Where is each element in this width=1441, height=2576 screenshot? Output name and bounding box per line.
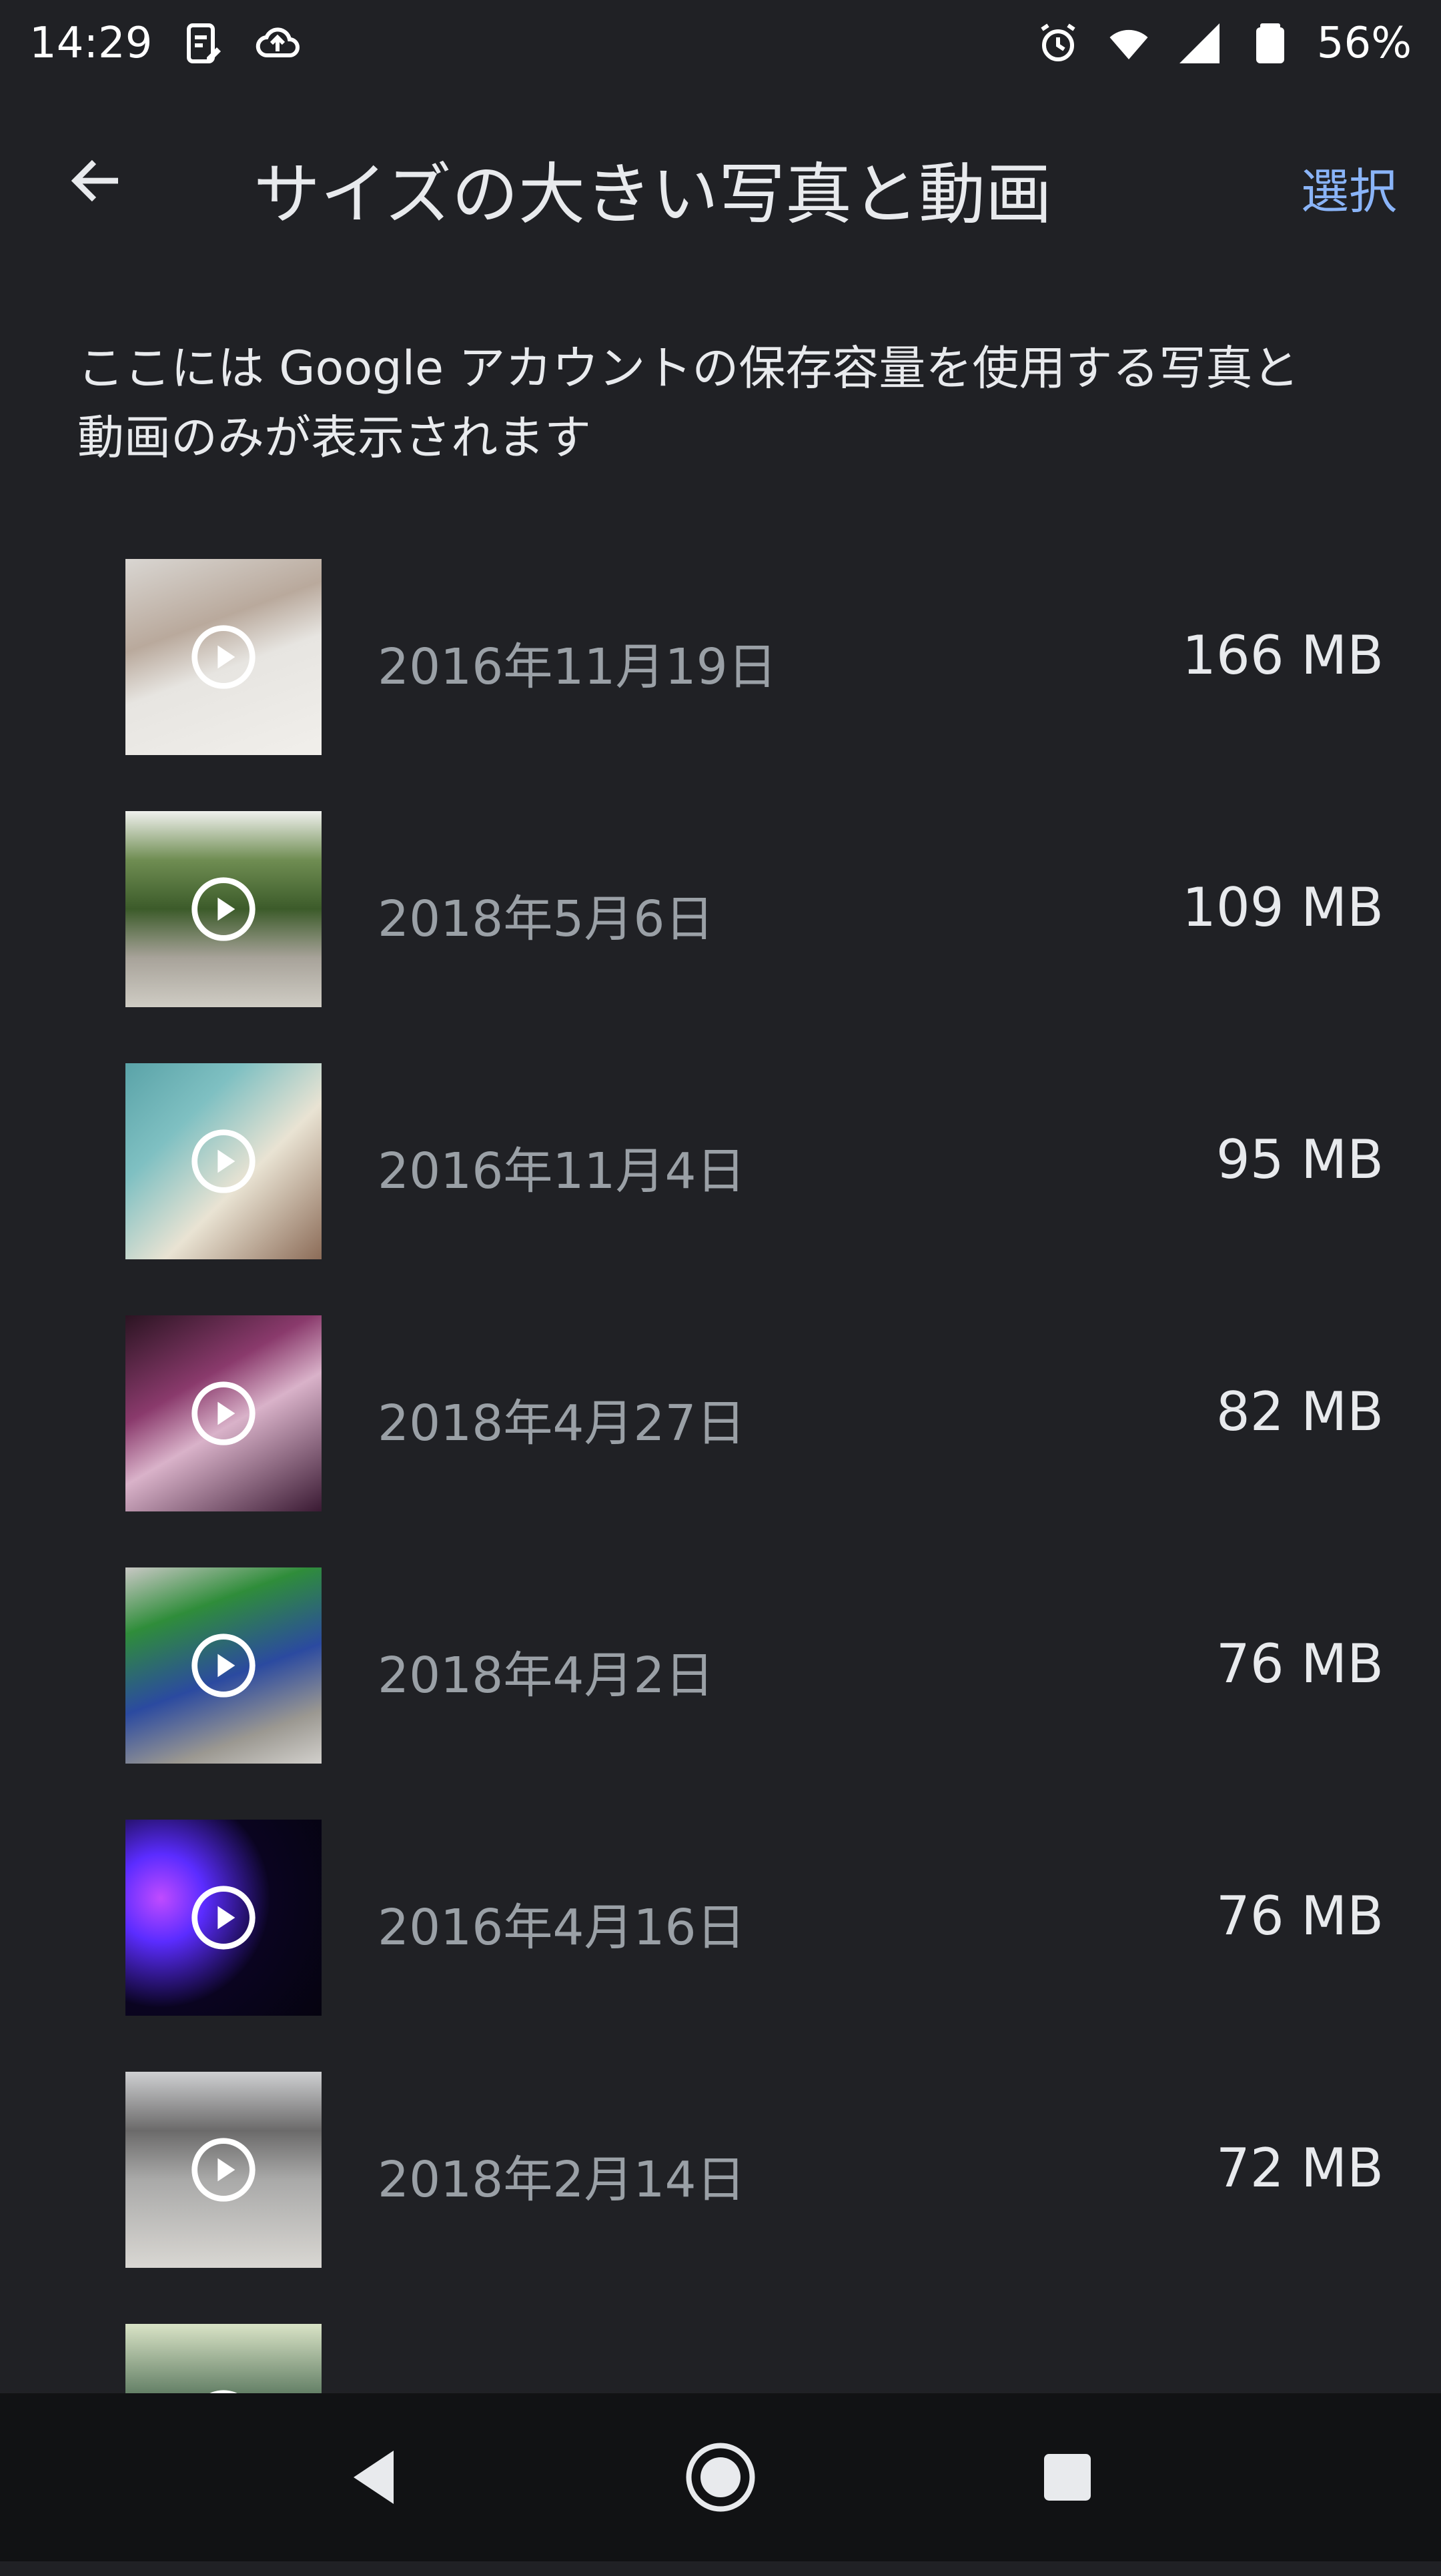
list-item[interactable]: 2018年4月2日 76 MB xyxy=(0,1567,1441,1820)
app-bar: サイズの大きい写真と動画 選択 xyxy=(0,120,1441,240)
list-item[interactable]: 2018年5月6日 109 MB xyxy=(0,811,1441,1063)
nav-home-button[interactable] xyxy=(674,2431,767,2524)
system-nav-bar xyxy=(0,2393,1441,2561)
list-item[interactable]: 2018年4月27日 82 MB xyxy=(0,1315,1441,1567)
status-left: 14:29 xyxy=(29,19,328,68)
page-title: サイズの大きい写真と動画 xyxy=(254,155,1052,233)
description-text: ここには Google アカウントの保存容量を使用する写真と 動画のみが表示され… xyxy=(77,334,1385,472)
media-list: 2016年11月19日 166 MB 2018年5月6日 109 MB 2016… xyxy=(0,559,1441,2576)
nav-back-triangle-icon xyxy=(354,2451,394,2504)
play-icon xyxy=(191,1129,256,1193)
nav-home-circle-icon xyxy=(686,2443,755,2512)
video-thumbnail[interactable] xyxy=(125,1567,322,1764)
item-size: 109 MB xyxy=(1181,876,1384,938)
item-date: 2016年11月19日 xyxy=(378,638,777,696)
cloud-upload-icon xyxy=(254,19,302,67)
item-date: 2016年4月16日 xyxy=(378,1899,746,1956)
arrow-back-icon xyxy=(71,159,118,202)
item-date: 2016年11月4日 xyxy=(378,1143,746,1200)
battery-percentage: 56% xyxy=(1316,19,1412,68)
description-line-1: ここには Google アカウントの保存容量を使用する写真と xyxy=(77,341,1300,396)
wifi-icon xyxy=(1105,19,1153,67)
cellular-signal-icon xyxy=(1175,19,1224,67)
video-thumbnail[interactable] xyxy=(125,559,322,755)
play-icon xyxy=(191,1634,256,1698)
alarm-icon xyxy=(1034,19,1082,67)
status-time: 14:29 xyxy=(29,19,153,68)
battery-icon xyxy=(1246,19,1294,67)
clipboard-edit-icon xyxy=(179,19,227,67)
play-icon xyxy=(191,1886,256,1950)
status-bar: 14:29 56% xyxy=(0,0,1441,87)
status-right: 56% xyxy=(1011,19,1412,68)
item-date: 2018年5月6日 xyxy=(378,890,714,948)
item-size: 82 MB xyxy=(1216,1381,1384,1443)
list-item[interactable]: 2016年11月4日 95 MB xyxy=(0,1063,1441,1315)
video-thumbnail[interactable] xyxy=(125,1063,322,1259)
play-icon xyxy=(191,877,256,941)
item-size: 76 MB xyxy=(1216,1885,1384,1947)
item-date: 2018年4月27日 xyxy=(378,1395,746,1452)
nav-back-button[interactable] xyxy=(327,2431,420,2524)
item-size: 72 MB xyxy=(1216,2137,1384,2199)
nav-recents-square-icon xyxy=(1044,2454,1091,2501)
list-item[interactable]: 2016年4月16日 76 MB xyxy=(0,1820,1441,2072)
select-button[interactable]: 選択 xyxy=(1301,152,1397,222)
video-thumbnail[interactable] xyxy=(125,1315,322,1511)
list-item[interactable]: 2016年11月19日 166 MB xyxy=(0,559,1441,811)
video-thumbnail[interactable] xyxy=(125,2072,322,2268)
item-size: 166 MB xyxy=(1181,624,1384,686)
list-item[interactable]: 2018年2月14日 72 MB xyxy=(0,2072,1441,2324)
back-button[interactable] xyxy=(60,144,133,217)
item-size: 95 MB xyxy=(1216,1129,1384,1191)
video-thumbnail[interactable] xyxy=(125,1820,322,2016)
play-icon xyxy=(191,2138,256,2202)
item-size: 76 MB xyxy=(1216,1633,1384,1695)
item-date: 2018年2月14日 xyxy=(378,2151,746,2208)
play-icon xyxy=(191,625,256,689)
play-icon xyxy=(191,1381,256,1445)
item-date: 2018年4月2日 xyxy=(378,1647,714,1704)
description-line-2: 動画のみが表示されます xyxy=(77,410,591,465)
video-thumbnail[interactable] xyxy=(125,811,322,1007)
nav-recents-button[interactable] xyxy=(1021,2431,1114,2524)
